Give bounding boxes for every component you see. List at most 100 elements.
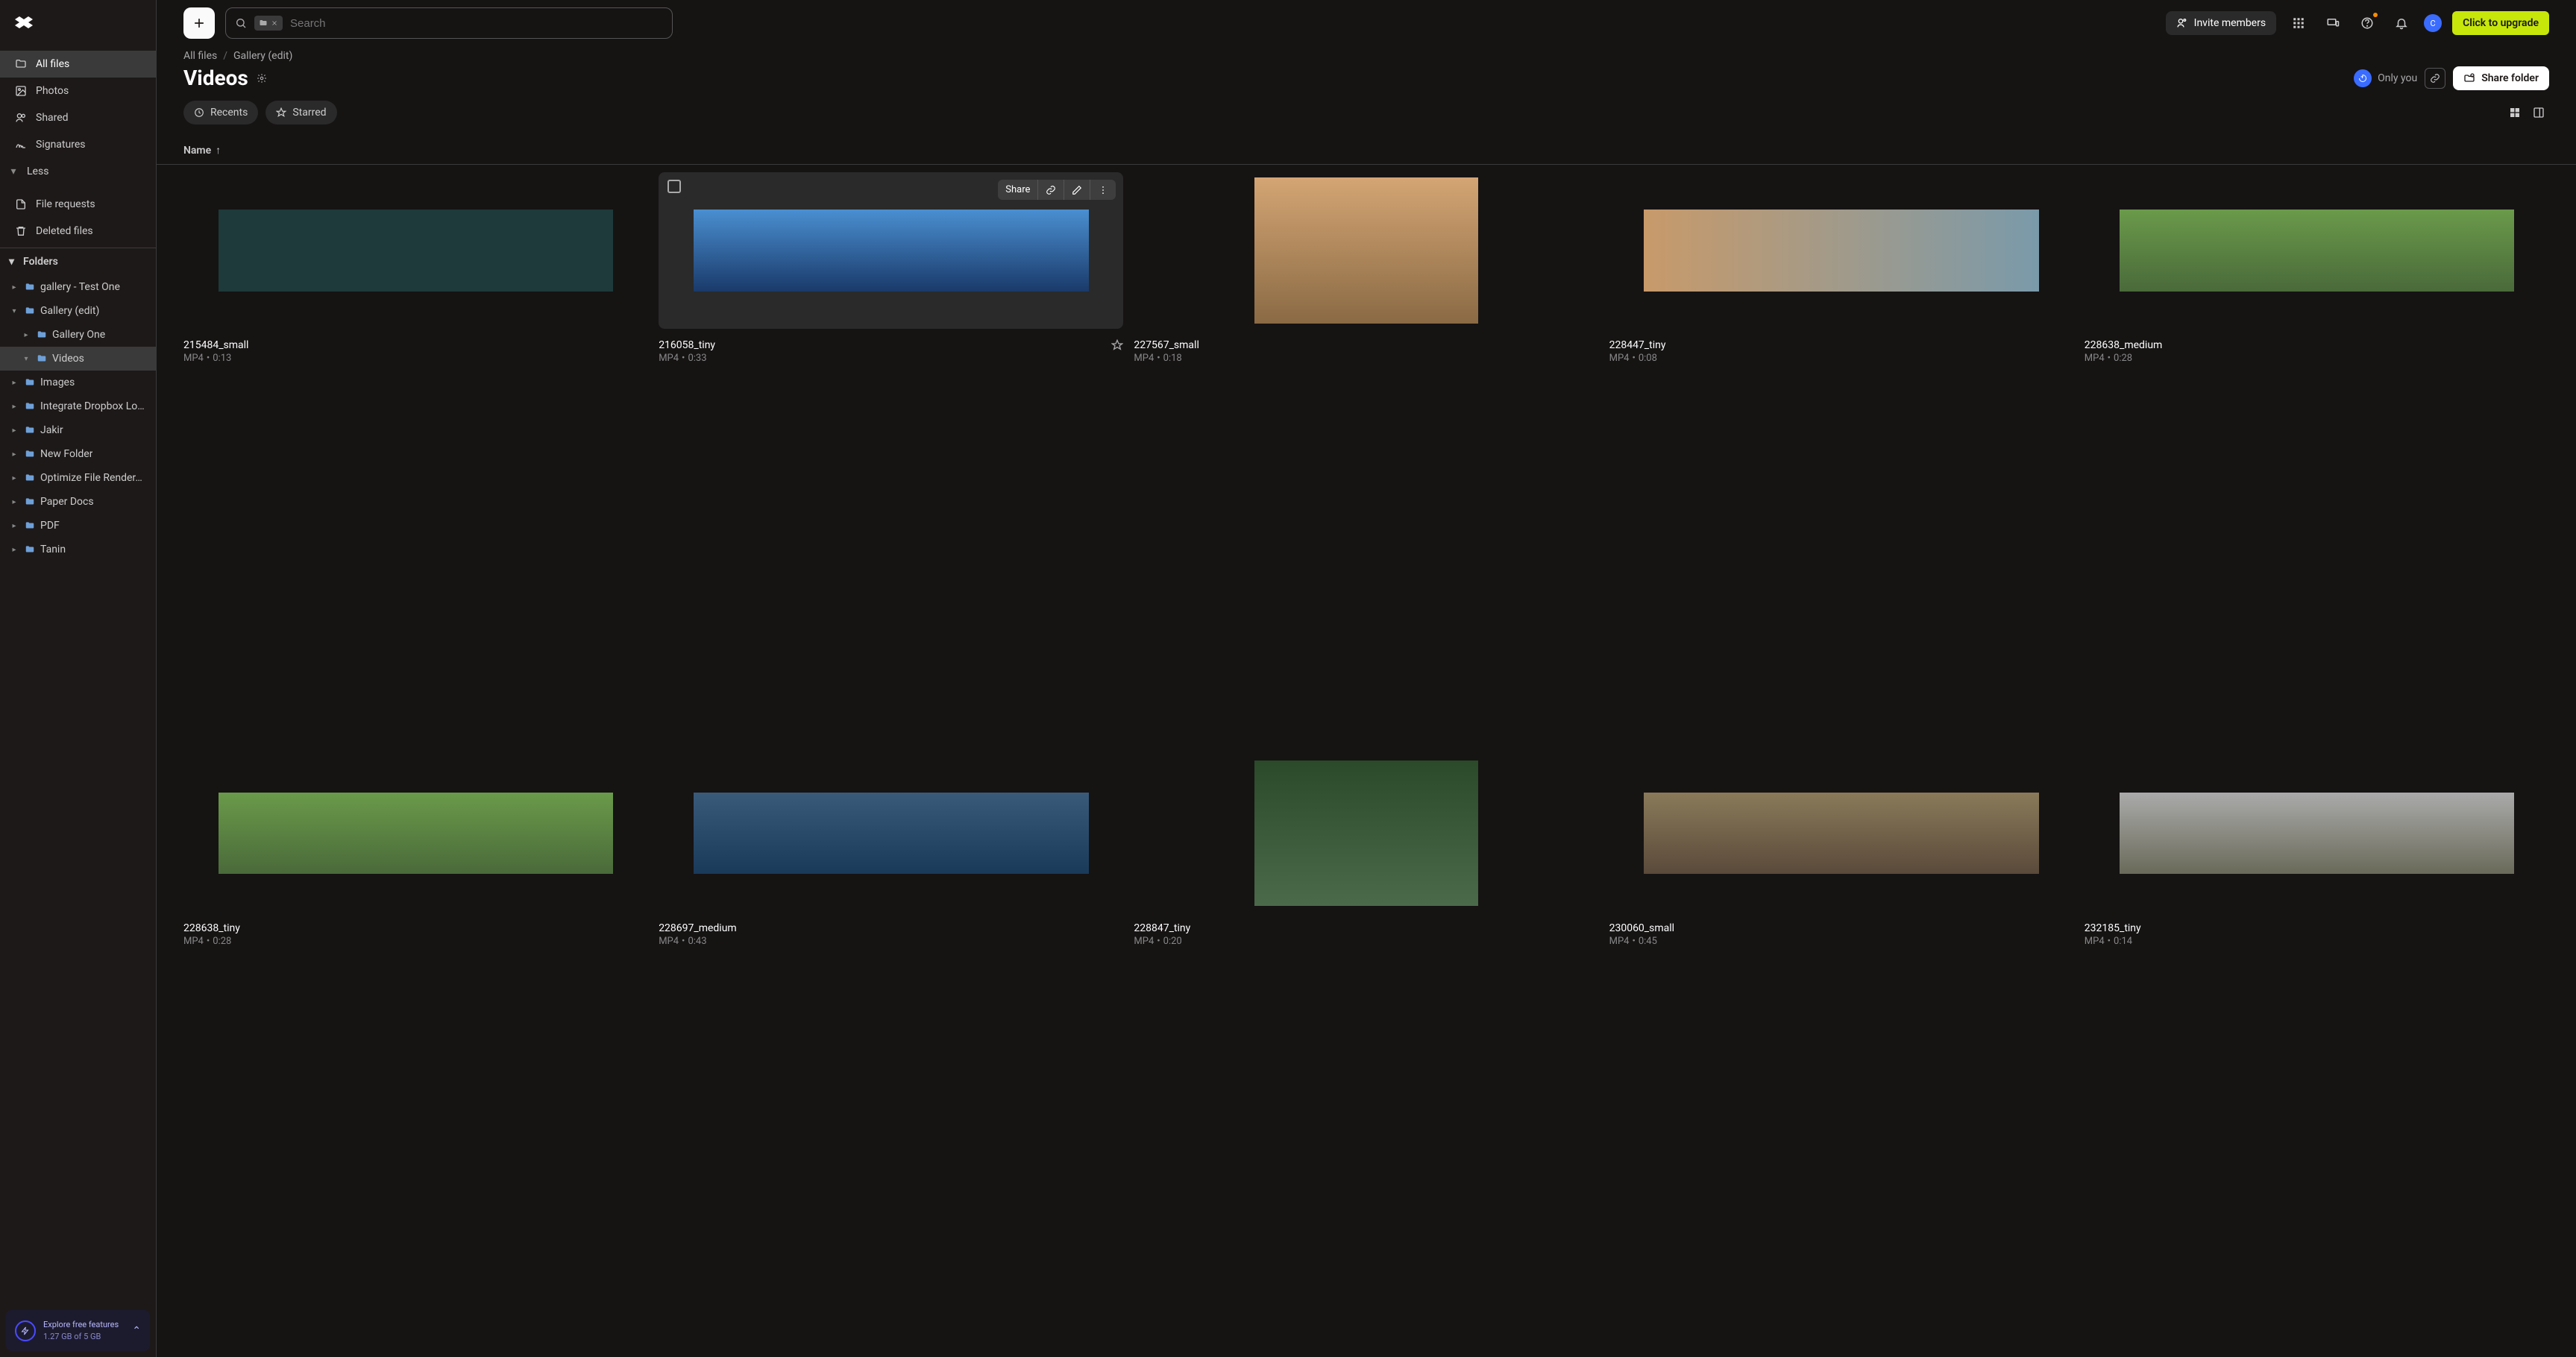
nav-item-all-files[interactable]: All files [0,51,156,78]
star-button[interactable] [1111,339,1123,351]
nav-item-deleted-files[interactable]: Deleted files [0,218,156,245]
panel-view-button[interactable] [2528,102,2549,123]
search-input[interactable] [290,17,663,30]
chevron-right-icon[interactable]: ▸ [9,546,19,554]
gear-icon[interactable] [256,72,268,84]
page-title: Videos [183,66,248,90]
copy-link-button[interactable] [2425,68,2445,89]
column-header[interactable]: Name ↑ [157,136,2576,165]
file-card[interactable]: 215484_small MP4•0:13 [183,172,648,745]
sort-asc-icon: ↑ [216,144,221,157]
file-card[interactable]: 228847_tiny MP4•0:20 [1134,755,1598,1328]
tree-item[interactable]: ▸Optimize File Render… [0,466,156,490]
nav-item-less[interactable]: ▾Less [0,158,156,185]
file-card[interactable]: 228447_tiny MP4•0:08 [1609,172,2074,745]
file-name: 230060_small [1609,922,1674,934]
tree-item[interactable]: ▸Paper Docs [0,490,156,514]
chevron-right-icon[interactable]: ▸ [9,450,19,459]
tree-item[interactable]: ▾Gallery (edit) [0,299,156,323]
thumbnail[interactable] [2085,755,2549,912]
file-card[interactable]: 228697_medium MP4•0:43 [659,755,1123,1328]
file-meta: MP4•0:28 [2085,353,2549,364]
edit-button[interactable] [1064,180,1090,200]
file-card[interactable]: Share 216058_tiny MP4•0:33 [659,172,1123,745]
recents-filter[interactable]: Recents [183,101,258,125]
nav-label: Signatures [36,139,86,151]
tree-item[interactable]: ▾Videos [0,347,156,371]
chevron-right-icon[interactable]: ▸ [21,331,31,339]
tree-item[interactable]: ▸ gallery - Test One [0,275,156,299]
chevron-down-icon: ▾ [9,256,14,268]
tree-label: gallery - Test One [40,281,120,293]
file-card[interactable]: 228638_medium MP4•0:28 [2085,172,2549,745]
chevron-down-icon[interactable]: ▾ [9,307,19,315]
search-bar[interactable] [225,7,673,39]
storage-widget[interactable]: Explore free features 1.27 GB of 5 GB ⌃ [6,1310,150,1351]
upgrade-button[interactable]: Click to upgrade [2452,11,2549,35]
breadcrumb-link[interactable]: Gallery (edit) [233,50,292,62]
dropbox-logo[interactable] [0,0,156,48]
chevron-right-icon[interactable]: ▸ [9,403,19,411]
tree-item[interactable]: ▸Tanin [0,538,156,561]
thumbnail[interactable] [1609,172,2074,329]
notifications-button[interactable] [2390,11,2413,35]
thumbnail[interactable]: Share [659,172,1123,329]
breadcrumb-link[interactable]: All files [183,50,217,62]
chevron-right-icon[interactable]: ▸ [9,498,19,506]
nav-item-file-requests[interactable]: File requests [0,191,156,218]
share-folder-button[interactable]: Share folder [2453,66,2549,90]
tree-item[interactable]: ▸Images [0,371,156,394]
nav-primary: All filesPhotosShared Signatures ▾Less [0,48,156,188]
copy-link-button[interactable] [1038,180,1064,200]
folder-icon [36,353,48,364]
file-card[interactable]: 232185_tiny MP4•0:14 [2085,755,2549,1328]
chevron-up-icon[interactable]: ⌃ [132,1325,141,1337]
tree-item[interactable]: ▸Jakir [0,418,156,442]
thumbnail[interactable] [1609,755,2074,912]
file-card[interactable]: 230060_small MP4•0:45 [1609,755,2074,1328]
thumbnail[interactable] [2085,172,2549,329]
file-card[interactable]: 227567_small MP4•0:18 [1134,172,1598,745]
tree-label: New Folder [40,448,92,460]
share-button[interactable]: Share [998,180,1038,200]
file-meta: MP4•0:33 [659,353,1123,364]
tree-item[interactable]: ▸Integrate Dropbox Lo… [0,394,156,418]
chevron-right-icon[interactable]: ▸ [9,426,19,435]
more-button[interactable] [1090,180,1116,200]
thumbnail[interactable] [1134,755,1598,912]
chevron-right-icon[interactable]: ▸ [9,474,19,482]
user-avatar[interactable]: C [2424,14,2442,32]
close-icon[interactable] [271,19,278,27]
tree-item[interactable]: ▸Gallery One [0,323,156,347]
nav-item-signatures[interactable]: Signatures [0,131,156,158]
privacy-indicator[interactable]: Only you [2354,69,2417,87]
tree-item[interactable]: ▸PDF [0,514,156,538]
thumbnail[interactable] [183,172,648,329]
invite-members-button[interactable]: Invite members [2166,11,2276,35]
file-name: 232185_tiny [2085,922,2141,934]
tree-item[interactable]: ▸ New Folder [0,442,156,466]
select-checkbox[interactable] [667,180,681,193]
thumbnail[interactable] [659,755,1123,912]
create-button[interactable] [183,7,215,39]
folders-header[interactable]: ▾ Folders [0,248,156,275]
grid-view-button[interactable] [2504,102,2525,123]
thumbnail[interactable] [1134,172,1598,329]
folder-icon [24,497,36,507]
folder-icon [24,377,36,388]
chevron-right-icon[interactable]: ▸ [9,522,19,530]
chevron-right-icon[interactable]: ▸ [9,379,19,387]
help-button[interactable] [2355,11,2379,35]
rewind-badge-icon [2354,69,2372,87]
nav-item-shared[interactable]: Shared [0,104,156,131]
starred-filter[interactable]: Starred [266,101,336,125]
search-folder-filter[interactable] [254,16,283,31]
file-card[interactable]: 228638_tiny MP4•0:28 [183,755,648,1328]
folder-icon [24,306,36,316]
chevron-right-icon[interactable]: ▸ [9,283,19,292]
nav-item-photos[interactable]: Photos [0,78,156,104]
chevron-down-icon[interactable]: ▾ [21,355,31,363]
thumbnail[interactable] [183,755,648,912]
apps-button[interactable] [2287,11,2310,35]
devices-button[interactable] [2321,11,2345,35]
